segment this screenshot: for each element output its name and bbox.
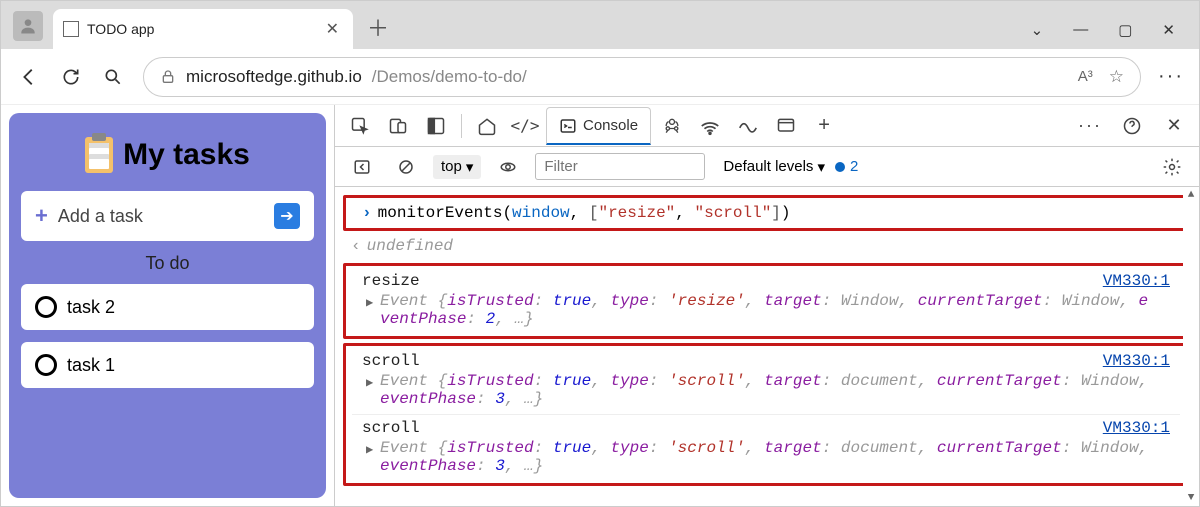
console-input-line: › monitorEvents(window, ["resize", "scro… bbox=[352, 200, 1180, 226]
browser-titlebar: TODO app ✕ ＋ ⌄ — ▢ ✕ bbox=[1, 1, 1199, 49]
back-button[interactable] bbox=[17, 65, 41, 89]
event-name: scroll bbox=[362, 419, 420, 437]
clear-console-icon[interactable] bbox=[389, 150, 423, 184]
task-checkbox[interactable] bbox=[35, 354, 57, 376]
context-selector[interactable]: top ▾ bbox=[433, 155, 481, 179]
console-return-line: ‹ undefined bbox=[339, 233, 1193, 259]
new-tab-button[interactable]: ＋ bbox=[353, 11, 403, 49]
browser-tab[interactable]: TODO app ✕ bbox=[53, 9, 353, 49]
expand-triangle-icon[interactable]: ▶ bbox=[366, 375, 373, 390]
command-text: monitorEvents(window, ["resize", "scroll… bbox=[378, 204, 791, 222]
favorite-icon[interactable]: ☆ bbox=[1109, 67, 1124, 87]
more-menu-button[interactable]: ··· bbox=[1159, 65, 1183, 89]
task-label: task 2 bbox=[67, 297, 115, 318]
favicon-icon bbox=[63, 21, 79, 37]
event-name: scroll bbox=[362, 352, 420, 370]
application-tab-icon[interactable] bbox=[769, 109, 803, 143]
section-to-do: To do bbox=[21, 253, 314, 274]
add-tab-button[interactable]: + bbox=[807, 109, 841, 143]
network-tab-icon[interactable] bbox=[693, 109, 727, 143]
console-tab[interactable]: Console bbox=[546, 107, 651, 145]
refresh-button[interactable] bbox=[59, 65, 83, 89]
close-window-button[interactable]: ✕ bbox=[1162, 21, 1175, 39]
toggle-sidebar-icon[interactable] bbox=[345, 150, 379, 184]
source-link[interactable]: VM330:1 bbox=[1103, 272, 1170, 290]
tab-close-button[interactable]: ✕ bbox=[322, 15, 343, 43]
highlight-event-1: resize VM330:1 ▶ Event {isTrusted: true,… bbox=[343, 263, 1189, 339]
filter-input[interactable] bbox=[535, 153, 705, 180]
profile-avatar[interactable] bbox=[13, 11, 43, 41]
source-link[interactable]: VM330:1 bbox=[1103, 419, 1170, 437]
browser-toolbar: microsoftedge.github.io/Demos/demo-to-do… bbox=[1, 49, 1199, 105]
console-settings-icon[interactable] bbox=[1155, 150, 1189, 184]
device-toggle-icon[interactable] bbox=[381, 109, 415, 143]
event-details[interactable]: ▶ Event {isTrusted: true, type: 'resize'… bbox=[362, 292, 1170, 328]
chevron-down-icon: ▾ bbox=[817, 158, 825, 176]
window-controls: ⌄ — ▢ ✕ bbox=[1031, 21, 1199, 49]
task-label: task 1 bbox=[67, 355, 115, 376]
clipboard-icon bbox=[85, 137, 113, 173]
scroll-up-icon[interactable]: ▲ bbox=[1188, 187, 1195, 203]
plus-icon: + bbox=[35, 203, 48, 229]
levels-label: Default levels bbox=[723, 158, 813, 175]
log-levels-selector[interactable]: Default levels ▾ bbox=[723, 158, 825, 176]
issue-dot-icon bbox=[835, 162, 845, 172]
dock-side-icon[interactable] bbox=[419, 109, 453, 143]
context-label: top bbox=[441, 158, 462, 175]
lock-icon bbox=[160, 69, 176, 85]
search-icon[interactable] bbox=[101, 65, 125, 89]
console-toolbar: top ▾ Default levels ▾ 2 bbox=[335, 147, 1199, 187]
sources-tab-icon[interactable] bbox=[655, 109, 689, 143]
return-value: undefined bbox=[367, 237, 453, 255]
read-aloud-icon[interactable]: A³ bbox=[1078, 68, 1093, 85]
devtools-panel: </> Console + ··· ✕ bbox=[334, 105, 1199, 506]
event-details[interactable]: ▶ Event {isTrusted: true, type: 'scroll'… bbox=[362, 439, 1170, 475]
expand-triangle-icon[interactable]: ▶ bbox=[366, 295, 373, 310]
source-link[interactable]: VM330:1 bbox=[1103, 352, 1170, 370]
scroll-down-icon[interactable]: ▼ bbox=[1188, 490, 1195, 506]
highlight-command: › monitorEvents(window, ["resize", "scro… bbox=[343, 195, 1189, 231]
performance-tab-icon[interactable] bbox=[731, 109, 765, 143]
welcome-tab-icon[interactable] bbox=[470, 109, 504, 143]
event-details[interactable]: ▶ Event {isTrusted: true, type: 'scroll'… bbox=[362, 372, 1170, 408]
console-log-entry[interactable]: scroll VM330:1 ▶ Event {isTrusted: true,… bbox=[352, 348, 1180, 414]
live-expression-icon[interactable] bbox=[491, 150, 525, 184]
chevron-down-icon[interactable]: ⌄ bbox=[1031, 21, 1044, 39]
app-header: My tasks bbox=[21, 127, 314, 191]
console-output[interactable]: › monitorEvents(window, ["resize", "scro… bbox=[335, 187, 1199, 506]
page-content: My tasks + Add a task ➔ To do task 2 tas… bbox=[1, 105, 334, 506]
maximize-button[interactable]: ▢ bbox=[1118, 21, 1132, 39]
task-item[interactable]: task 1 bbox=[21, 342, 314, 388]
highlight-event-2: scroll VM330:1 ▶ Event {isTrusted: true,… bbox=[343, 343, 1189, 486]
devtools-more-icon[interactable]: ··· bbox=[1073, 109, 1107, 143]
expand-triangle-icon[interactable]: ▶ bbox=[366, 442, 373, 457]
console-tab-label: Console bbox=[583, 117, 638, 134]
address-bar[interactable]: microsoftedge.github.io/Demos/demo-to-do… bbox=[143, 57, 1141, 97]
scrollbar[interactable]: ▲ ▼ bbox=[1183, 187, 1199, 506]
devtools-close-button[interactable]: ✕ bbox=[1157, 109, 1191, 143]
console-log-entry[interactable]: scroll VM330:1 ▶ Event {isTrusted: true,… bbox=[352, 414, 1180, 481]
url-path: /Demos/demo-to-do/ bbox=[372, 67, 527, 87]
event-name: resize bbox=[362, 272, 420, 290]
app-title: My tasks bbox=[123, 138, 250, 172]
minimize-button[interactable]: — bbox=[1073, 21, 1088, 39]
issues-count: 2 bbox=[850, 158, 858, 175]
console-log-entry[interactable]: resize VM330:1 ▶ Event {isTrusted: true,… bbox=[352, 268, 1180, 334]
task-checkbox[interactable] bbox=[35, 296, 57, 318]
devtools-tabbar: </> Console + ··· ✕ bbox=[335, 105, 1199, 147]
issues-button[interactable]: 2 bbox=[835, 158, 858, 175]
add-task-label: Add a task bbox=[58, 206, 143, 227]
elements-tab-icon[interactable]: </> bbox=[508, 109, 542, 143]
help-icon[interactable] bbox=[1115, 109, 1149, 143]
tab-title: TODO app bbox=[87, 21, 314, 37]
add-task-input[interactable]: + Add a task ➔ bbox=[21, 191, 314, 241]
chevron-down-icon: ▾ bbox=[466, 158, 474, 176]
prompt-icon: › bbox=[362, 204, 372, 222]
task-item[interactable]: task 2 bbox=[21, 284, 314, 330]
return-arrow-icon: ‹ bbox=[351, 237, 361, 255]
inspect-element-icon[interactable] bbox=[343, 109, 377, 143]
url-domain: microsoftedge.github.io bbox=[186, 67, 362, 87]
submit-arrow-icon[interactable]: ➔ bbox=[274, 203, 300, 229]
